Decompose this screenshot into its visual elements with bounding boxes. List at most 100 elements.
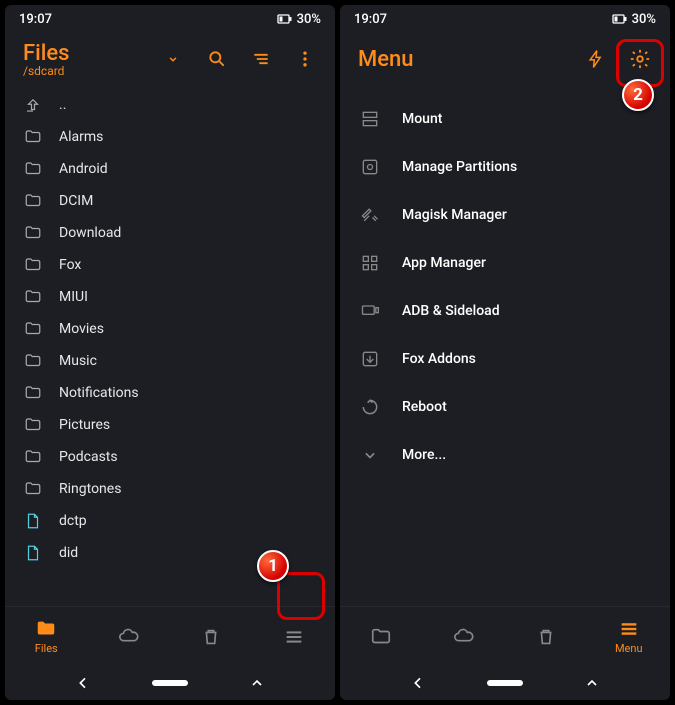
settings-button[interactable] <box>620 39 660 79</box>
menu-item-label: Magisk Manager <box>402 207 507 223</box>
reboot-icon <box>360 397 380 417</box>
folder-item[interactable]: Android <box>9 153 331 185</box>
nav-trash[interactable] <box>505 607 588 666</box>
menu-item-apps[interactable]: App Manager <box>344 239 666 287</box>
recent-button[interactable] <box>584 675 600 691</box>
folder-icon <box>23 447 43 467</box>
mount-icon <box>360 109 380 129</box>
item-label: .. <box>59 97 66 113</box>
folder-item[interactable]: Music <box>9 345 331 377</box>
partition-icon <box>360 157 380 177</box>
gear-icon <box>629 48 651 70</box>
status-bar: 19:07 30% <box>5 5 335 33</box>
nav-files[interactable] <box>340 607 423 666</box>
folder-item[interactable]: Podcasts <box>9 441 331 473</box>
phone-left: 19:07 30% Files /sdcard .. Alar <box>5 5 335 700</box>
item-label: Notifications <box>59 385 139 401</box>
item-label: did <box>59 545 78 561</box>
folder-icon <box>23 351 43 371</box>
item-label: Music <box>59 353 97 369</box>
folder-icon <box>23 223 43 243</box>
files-header: Files /sdcard <box>5 33 335 89</box>
item-label: Android <box>59 161 108 177</box>
folder-item[interactable]: Ringtones <box>9 473 331 505</box>
sort-button[interactable] <box>241 39 281 79</box>
dropdown-button[interactable] <box>153 39 193 79</box>
folder-item[interactable]: Alarms <box>9 121 331 153</box>
menu-list: Mount Manage Partitions Magisk Manager A… <box>340 95 670 606</box>
menu-item-addons[interactable]: Fox Addons <box>344 335 666 383</box>
folder-icon <box>23 127 43 147</box>
bottom-nav: Menu <box>340 606 670 666</box>
bottom-nav: Files <box>5 606 335 666</box>
menu-item-reboot[interactable]: Reboot <box>344 383 666 431</box>
item-label: Podcasts <box>59 449 118 465</box>
folder-item[interactable]: Fox <box>9 249 331 281</box>
nav-cloud[interactable] <box>88 607 171 666</box>
folder-icon <box>23 479 43 499</box>
hamburger-icon <box>283 626 305 648</box>
nav-menu-label: Menu <box>615 642 643 655</box>
folder-filled-icon <box>35 618 57 640</box>
phone-right: 19:07 30% Menu Mount Manage Partitions M… <box>340 5 670 700</box>
item-label: Fox <box>59 257 81 273</box>
back-button[interactable] <box>75 675 91 691</box>
addons-icon <box>360 349 380 369</box>
folder-item[interactable]: MIUI <box>9 281 331 313</box>
menu-item-adb[interactable]: ADB & Sideload <box>344 287 666 335</box>
menu-header: Menu <box>340 33 670 95</box>
menu-item-partition[interactable]: Manage Partitions <box>344 143 666 191</box>
home-button[interactable] <box>487 680 523 686</box>
item-label: Download <box>59 225 121 241</box>
folder-icon <box>23 415 43 435</box>
battery-percent: 30% <box>632 12 656 27</box>
folder-item[interactable]: Download <box>9 217 331 249</box>
menu-item-label: Reboot <box>402 399 447 415</box>
flash-button[interactable] <box>576 39 616 79</box>
folder-item[interactable]: Notifications <box>9 377 331 409</box>
overflow-button[interactable] <box>285 39 325 79</box>
nav-menu-button[interactable] <box>253 607 336 666</box>
parent-dir-item[interactable]: .. <box>9 89 331 121</box>
nav-trash[interactable] <box>170 607 253 666</box>
nav-files-label: Files <box>35 642 58 655</box>
item-label: Movies <box>59 321 104 337</box>
home-button[interactable] <box>152 680 188 686</box>
folder-icon <box>23 287 43 307</box>
up-icon <box>23 95 43 115</box>
nav-files[interactable]: Files <box>5 607 88 666</box>
hamburger-icon <box>618 618 640 640</box>
item-label: Alarms <box>59 129 103 145</box>
system-nav <box>340 666 670 700</box>
nav-menu[interactable]: Menu <box>588 607 671 666</box>
folder-icon <box>23 319 43 339</box>
menu-item-label: More... <box>402 447 446 463</box>
menu-item-magisk[interactable]: Magisk Manager <box>344 191 666 239</box>
status-bar: 19:07 30% <box>340 5 670 33</box>
folder-icon <box>23 255 43 275</box>
back-button[interactable] <box>410 675 426 691</box>
menu-item-label: ADB & Sideload <box>402 303 500 319</box>
menu-item-more[interactable]: More... <box>344 431 666 479</box>
menu-item-label: App Manager <box>402 255 486 271</box>
nav-cloud[interactable] <box>423 607 506 666</box>
file-item[interactable]: dctp <box>9 505 331 537</box>
file-icon <box>23 543 43 563</box>
menu-item-label: Mount <box>402 111 442 127</box>
file-item[interactable]: did <box>9 537 331 569</box>
folder-item[interactable]: Pictures <box>9 409 331 441</box>
trash-icon <box>535 626 557 648</box>
menu-item-label: Fox Addons <box>402 351 476 367</box>
folder-item[interactable]: Movies <box>9 313 331 345</box>
system-nav <box>5 666 335 700</box>
apps-icon <box>360 253 380 273</box>
menu-item-mount[interactable]: Mount <box>344 95 666 143</box>
file-list: .. Alarms Android DCIM Download Fox MIUI… <box>5 89 335 606</box>
breadcrumb[interactable]: /sdcard <box>23 64 153 78</box>
item-label: MIUI <box>59 289 88 305</box>
recent-button[interactable] <box>249 675 265 691</box>
folder-outline-icon <box>370 626 392 648</box>
battery-percent: 30% <box>297 12 321 27</box>
search-button[interactable] <box>197 39 237 79</box>
folder-item[interactable]: DCIM <box>9 185 331 217</box>
